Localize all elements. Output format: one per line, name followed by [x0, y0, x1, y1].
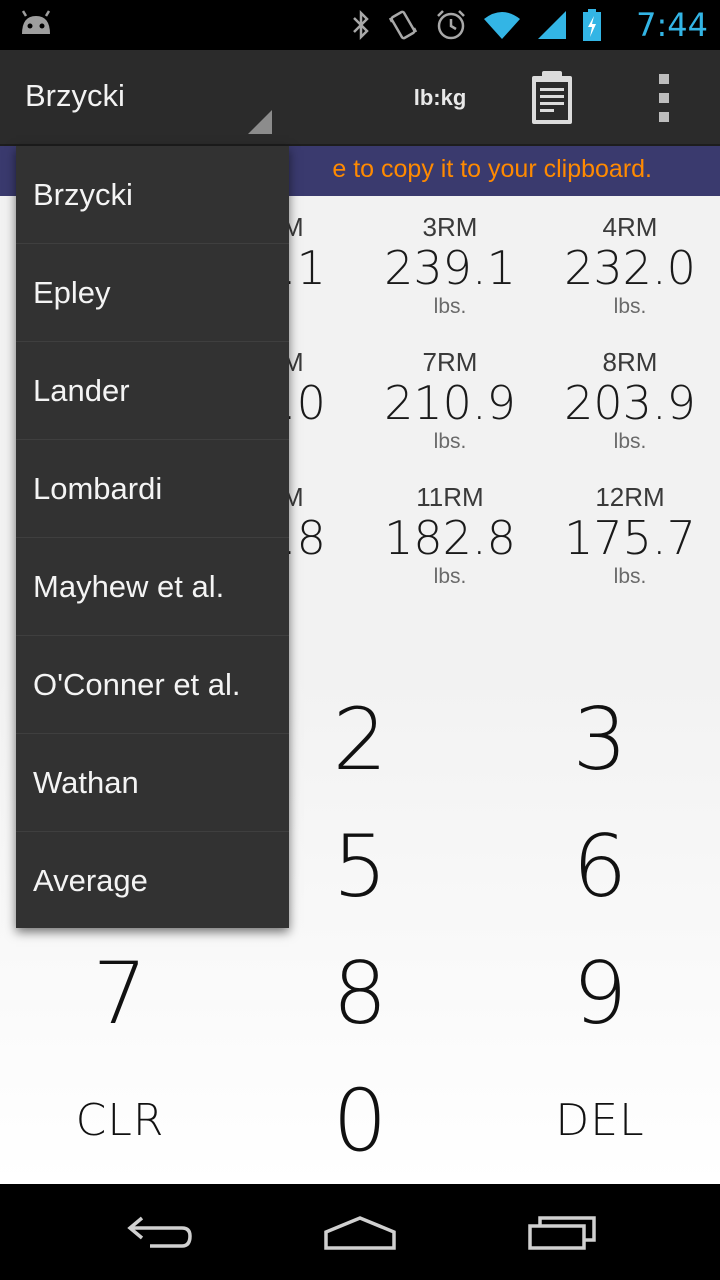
home-button[interactable] [300, 1204, 420, 1260]
dropdown-item-epley[interactable]: Epley [16, 244, 289, 342]
result-value: 232.0 [564, 241, 696, 295]
clipboard-icon [532, 71, 572, 124]
result-value: 203.9 [564, 376, 696, 430]
formula-dropdown: Brzycki Epley Lander Lombardi Mayhew et … [16, 146, 289, 928]
result-cell[interactable]: 8RM 203.9 lbs. [510, 347, 720, 455]
battery-charging-icon [583, 9, 601, 41]
home-icon [324, 1216, 396, 1250]
result-rm-label: 4RM [602, 212, 658, 242]
unit-toggle-button[interactable]: lb:kg [400, 80, 480, 116]
recents-button[interactable] [502, 1204, 622, 1260]
dropdown-item-mayhew[interactable]: Mayhew et al. [16, 538, 289, 636]
result-unit: lbs. [613, 295, 647, 318]
back-button[interactable] [100, 1204, 220, 1260]
dropdown-item-lander[interactable]: Lander [16, 342, 289, 440]
signal-icon [538, 11, 566, 39]
navigation-bar [0, 1184, 720, 1280]
wifi-icon [484, 12, 520, 39]
clipboard-button[interactable] [522, 68, 582, 128]
alarm-icon [437, 10, 465, 40]
key-6-button[interactable]: 6 [480, 803, 720, 930]
bluetooth-icon [353, 9, 369, 41]
result-unit: lbs. [613, 430, 647, 453]
clear-button[interactable]: CLR [0, 1057, 240, 1184]
result-cell[interactable]: 4RM 232.0 lbs. [510, 212, 720, 320]
dropdown-item-oconner[interactable]: O'Conner et al. [16, 636, 289, 734]
status-icons [350, 6, 602, 44]
key-3-button[interactable]: 3 [480, 676, 720, 803]
dropdown-item-brzycki[interactable]: Brzycki [16, 146, 289, 244]
status-time: 7:44 [636, 6, 708, 44]
back-icon [127, 1216, 192, 1248]
vibrate-icon [388, 10, 418, 40]
result-value: 175.7 [564, 511, 696, 565]
result-rm-label: 12RM [595, 482, 665, 512]
result-rm-label: 8RM [602, 347, 658, 377]
android-icon [18, 10, 54, 42]
hint-banner-text: e to copy it to your clipboard. [332, 155, 652, 183]
result-cell[interactable]: 12RM 175.7 lbs. [510, 482, 720, 590]
result-unit: lbs. [613, 565, 647, 588]
delete-button[interactable]: DEL [480, 1057, 720, 1184]
action-bar: Brzycki lb:kg [0, 50, 720, 146]
overflow-menu-icon[interactable] [650, 74, 678, 122]
dropdown-item-lombardi[interactable]: Lombardi [16, 440, 289, 538]
formula-spinner-label: Brzycki [25, 78, 125, 113]
dropdown-item-wathan[interactable]: Wathan [16, 734, 289, 832]
dropdown-item-average[interactable]: Average [16, 832, 289, 930]
spinner-caret-icon [248, 110, 272, 134]
recents-icon [528, 1216, 596, 1250]
formula-spinner[interactable]: Brzycki [0, 50, 282, 146]
status-bar: 7:44 [0, 0, 720, 50]
key-8-button[interactable]: 8 [240, 930, 480, 1057]
key-7-button[interactable]: 7 [0, 930, 240, 1057]
key-0-button[interactable]: 0 [240, 1057, 480, 1184]
key-9-button[interactable]: 9 [480, 930, 720, 1057]
